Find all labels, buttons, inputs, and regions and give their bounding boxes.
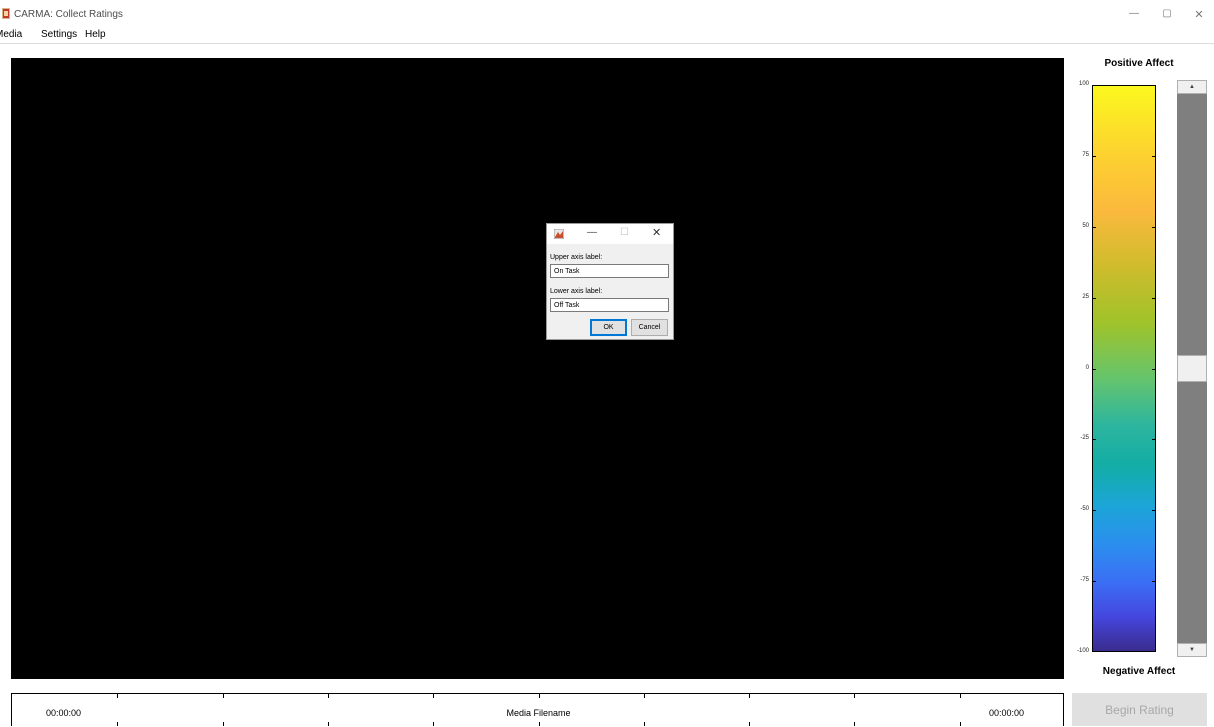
timeline-tick bbox=[749, 694, 750, 698]
colorbar-tick-mark bbox=[1152, 155, 1156, 157]
close-icon[interactable]: ✕ bbox=[1192, 8, 1206, 22]
slider-thumb[interactable] bbox=[1177, 355, 1207, 382]
timeline-tick bbox=[854, 722, 855, 726]
timeline-tick bbox=[749, 722, 750, 726]
colorbar-tick-mark bbox=[1152, 368, 1156, 370]
timeline-tick bbox=[328, 694, 329, 698]
timeline-tick bbox=[960, 694, 961, 698]
cancel-button[interactable]: Cancel bbox=[631, 319, 668, 336]
colorbar-tick-mark bbox=[1092, 581, 1096, 583]
timeline-tick bbox=[539, 694, 540, 698]
colorbar-tick-mark bbox=[1092, 439, 1096, 441]
colorbar-tick-label: 75 bbox=[1082, 151, 1089, 158]
colorbar-tick-label: -25 bbox=[1080, 435, 1089, 442]
colorbar-tick-label: -100 bbox=[1076, 648, 1089, 654]
timeline-tick bbox=[117, 722, 118, 726]
colorbar-tick-mark bbox=[1152, 226, 1156, 228]
menu-help[interactable]: Help bbox=[85, 29, 106, 40]
timeline-tick bbox=[644, 694, 645, 698]
timeline-tick bbox=[433, 722, 434, 726]
slider-track-upper[interactable] bbox=[1177, 94, 1207, 355]
colorbar-tick-mark bbox=[1092, 297, 1096, 299]
colorbar-tick-mark bbox=[1092, 226, 1096, 228]
media-filename: Media Filename bbox=[506, 708, 571, 718]
colorbar-tick-label: 25 bbox=[1082, 293, 1089, 300]
timeline-tick bbox=[539, 722, 540, 726]
window-titlebar: CARMA: Collect Ratings — ▢ ✕ bbox=[0, 0, 1214, 26]
timeline-tick bbox=[854, 694, 855, 698]
colorbar-tick-mark bbox=[1092, 368, 1096, 370]
timeline-tick bbox=[223, 722, 224, 726]
dialog-close-icon[interactable]: ✕ bbox=[652, 226, 661, 239]
slider-down-icon[interactable]: ▼ bbox=[1177, 643, 1207, 657]
positive-affect-label: Positive Affect bbox=[1104, 58, 1174, 69]
end-time: 00:00:00 bbox=[989, 708, 1025, 718]
window-title: CARMA: Collect Ratings bbox=[14, 9, 123, 20]
colorbar-tick-mark bbox=[1092, 155, 1096, 157]
colorbar-tick-label: -75 bbox=[1080, 577, 1089, 584]
axis-labels-dialog: — ☐ ✕ Upper axis label: On Task Lower ax… bbox=[546, 223, 674, 340]
rating-slider[interactable]: ▲ ▼ bbox=[1177, 80, 1207, 657]
slider-up-icon[interactable]: ▲ bbox=[1177, 80, 1207, 94]
colorbar-tick-label: 50 bbox=[1082, 222, 1089, 229]
rating-colorbar bbox=[1092, 85, 1156, 652]
ok-button[interactable]: OK bbox=[590, 319, 627, 336]
matlab-figure-icon bbox=[554, 229, 564, 239]
colorbar-tick-mark bbox=[1092, 510, 1096, 512]
timeline-tick bbox=[223, 694, 224, 698]
slider-track-lower[interactable] bbox=[1177, 382, 1207, 643]
menu-settings[interactable]: Settings bbox=[41, 29, 77, 40]
negative-affect-label: Negative Affect bbox=[1102, 666, 1176, 677]
dialog-maximize-icon: ☐ bbox=[620, 227, 629, 238]
timeline-bar[interactable]: 00:00:00 Media Filename 00:00:00 bbox=[11, 693, 1064, 726]
timeline-tick bbox=[117, 694, 118, 698]
lower-axis-input[interactable]: Off Task bbox=[550, 298, 669, 312]
colorbar-tick-mark bbox=[1152, 297, 1156, 299]
timeline-tick bbox=[433, 694, 434, 698]
colorbar-tick-label: 100 bbox=[1078, 81, 1089, 87]
matlab-app-icon bbox=[2, 8, 10, 19]
dialog-minimize-icon[interactable]: — bbox=[587, 227, 597, 238]
menu-media[interactable]: Media bbox=[0, 29, 22, 40]
timeline-tick bbox=[960, 722, 961, 726]
colorbar-tick-label: 0 bbox=[1085, 364, 1089, 371]
upper-axis-label: Upper axis label: bbox=[550, 254, 603, 261]
colorbar-tick-mark bbox=[1152, 510, 1156, 512]
colorbar-tick-mark bbox=[1152, 439, 1156, 441]
dialog-titlebar: — ☐ ✕ bbox=[547, 224, 673, 244]
video-display bbox=[11, 58, 1064, 679]
colorbar-tick-mark bbox=[1152, 581, 1156, 583]
timeline-tick bbox=[644, 722, 645, 726]
colorbar-tick-label: -50 bbox=[1080, 506, 1089, 513]
minimize-icon[interactable]: — bbox=[1127, 8, 1141, 22]
menu-separator bbox=[0, 43, 1214, 44]
begin-rating-button[interactable]: Begin Rating bbox=[1072, 693, 1207, 726]
upper-axis-input[interactable]: On Task bbox=[550, 264, 669, 278]
maximize-icon[interactable]: ▢ bbox=[1160, 8, 1174, 22]
lower-axis-label: Lower axis label: bbox=[550, 288, 603, 295]
timeline-tick bbox=[328, 722, 329, 726]
